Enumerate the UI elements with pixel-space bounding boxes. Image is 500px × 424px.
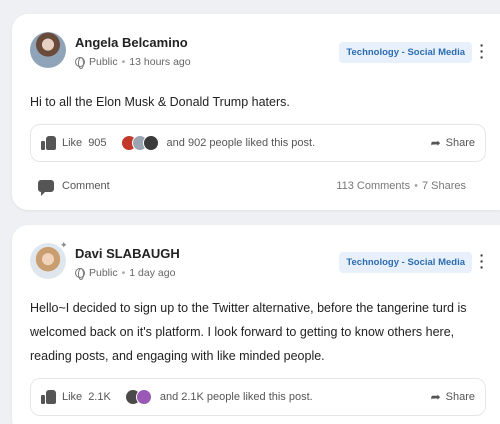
share-button[interactable]: ➦ Share bbox=[431, 390, 475, 404]
shares-count[interactable]: 7 Shares bbox=[422, 180, 466, 192]
avatar[interactable] bbox=[30, 32, 66, 68]
like-button[interactable]: Like 2.1K bbox=[41, 390, 111, 404]
more-vertical-icon[interactable]: · · · bbox=[478, 38, 486, 64]
post-time[interactable]: 13 hours ago bbox=[129, 56, 190, 68]
post-footer: Comment 113 Comments • 7 Shares bbox=[38, 180, 466, 196]
liker-avatars[interactable] bbox=[120, 135, 159, 151]
liked-summary[interactable]: and 2.1K people liked this post. bbox=[160, 391, 313, 403]
category-tag[interactable]: Technology - Social Media bbox=[339, 42, 472, 63]
badge-icon: ✦ bbox=[60, 240, 68, 250]
separator-dot: • bbox=[121, 56, 126, 68]
post-card: ✦ Davi SLABAUGH Public • 1 day ago Techn… bbox=[12, 225, 500, 424]
comment-button[interactable]: Comment bbox=[62, 180, 110, 192]
like-count: 2.1K bbox=[88, 391, 111, 403]
post-meta: Public • 1 day ago bbox=[75, 267, 175, 280]
author-name[interactable]: Angela Belcamino bbox=[75, 35, 188, 50]
like-button[interactable]: Like 905 bbox=[41, 136, 107, 150]
like-count: 905 bbox=[88, 137, 107, 149]
more-vertical-icon[interactable]: · · · bbox=[478, 248, 486, 274]
post-counts: 113 Comments • 7 Shares bbox=[336, 180, 466, 192]
post-time[interactable]: 1 day ago bbox=[129, 267, 175, 279]
category-tag[interactable]: Technology - Social Media bbox=[339, 252, 472, 273]
share-button[interactable]: ➦ Share bbox=[431, 136, 475, 150]
post-card: Angela Belcamino Public • 13 hours ago T… bbox=[12, 14, 500, 210]
separator-dot: • bbox=[414, 180, 418, 192]
post-meta: Public • 13 hours ago bbox=[75, 56, 191, 69]
liker-avatars[interactable] bbox=[124, 389, 152, 405]
like-label: Like bbox=[62, 391, 83, 403]
post-content: Hello~I decided to sign up to the Twitte… bbox=[30, 301, 467, 363]
comments-count[interactable]: 113 Comments bbox=[336, 180, 410, 192]
reactions-bar: Like 2.1K and 2.1K people liked this pos… bbox=[30, 378, 486, 416]
post-content: Hi to all the Elon Musk & Donald Trump h… bbox=[30, 95, 290, 109]
liker-avatar bbox=[142, 135, 159, 151]
thumbs-up-icon bbox=[41, 390, 56, 404]
visibility-label: Public bbox=[89, 267, 118, 279]
author-name[interactable]: Davi SLABAUGH bbox=[75, 246, 180, 261]
share-arrow-icon: ➦ bbox=[430, 390, 441, 404]
like-label: Like bbox=[62, 137, 83, 149]
visibility-label: Public bbox=[89, 56, 118, 68]
thumbs-up-icon bbox=[41, 136, 56, 150]
share-label: Share bbox=[445, 391, 475, 403]
globe-icon bbox=[75, 268, 85, 280]
reactions-bar: Like 905 and 902 people liked this post.… bbox=[30, 124, 486, 162]
separator-dot: • bbox=[121, 267, 126, 279]
comment-icon bbox=[38, 180, 54, 196]
liked-summary[interactable]: and 902 people liked this post. bbox=[167, 137, 316, 149]
share-label: Share bbox=[445, 137, 475, 149]
share-arrow-icon: ➦ bbox=[430, 136, 441, 150]
liker-avatar bbox=[135, 389, 152, 405]
globe-icon bbox=[75, 57, 85, 69]
